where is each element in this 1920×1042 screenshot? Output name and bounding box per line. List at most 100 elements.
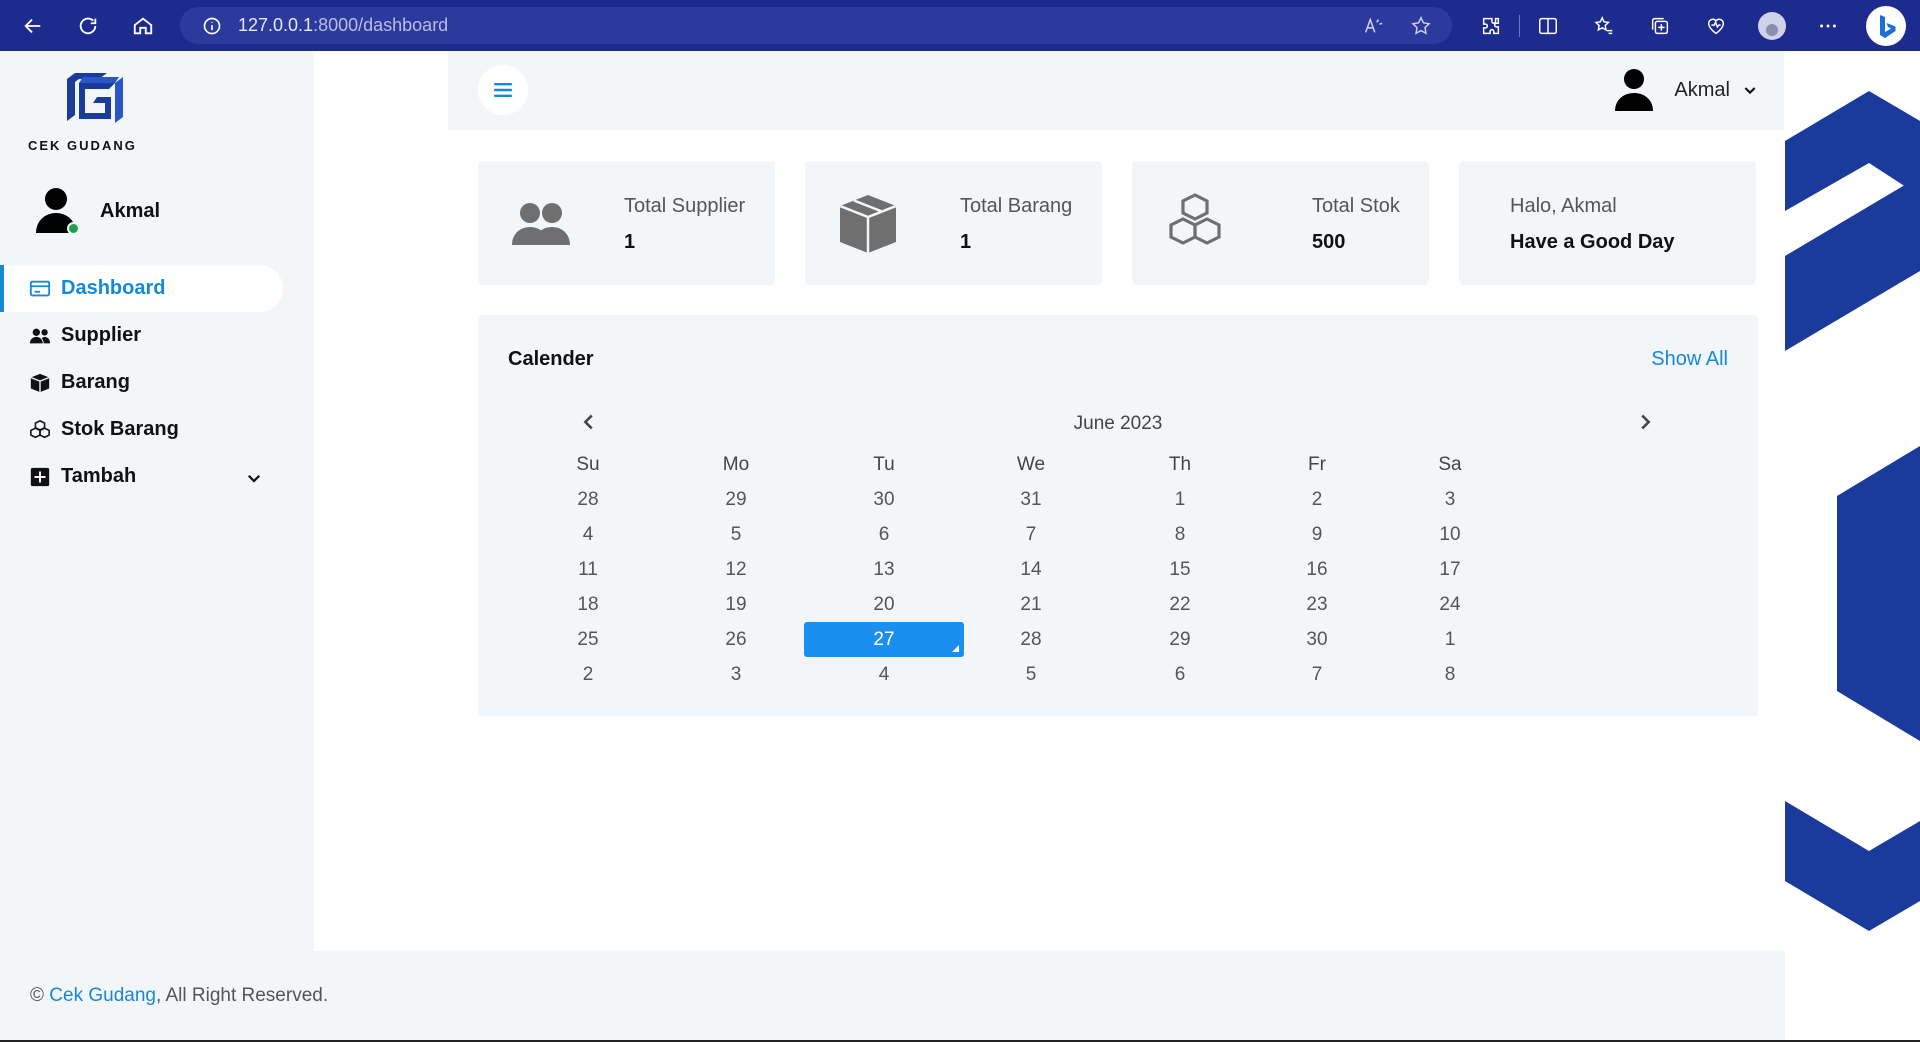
calendar-day[interactable]: 28 xyxy=(951,622,1111,657)
read-aloud-icon[interactable] xyxy=(1362,15,1384,37)
calendar-day[interactable]: 28 xyxy=(508,482,668,517)
calendar-day[interactable]: 5 xyxy=(656,517,816,552)
logo[interactable]: CEK GUDANG xyxy=(28,69,158,159)
favorites-icon[interactable] xyxy=(1576,6,1632,46)
calendar-day[interactable]: 2 xyxy=(508,657,668,692)
browser-toolbar: 127.0.0.1:8000/dashboard xyxy=(0,0,1920,51)
calendar-day[interactable]: 8 xyxy=(1370,657,1530,692)
calendar-day[interactable]: 21 xyxy=(951,587,1111,622)
box-icon xyxy=(28,371,52,395)
calendar-week-row: 28 29 30 31 1 2 3 xyxy=(478,482,1758,517)
hamburger-icon xyxy=(494,83,512,97)
calendar-day[interactable]: 4 xyxy=(508,517,668,552)
main-content: Akmal Total Supplier 1 Total Barang 1 To… xyxy=(314,51,1785,951)
browser-essentials-icon[interactable] xyxy=(1688,6,1744,46)
footer-brand-link[interactable]: Cek Gudang xyxy=(49,985,156,1006)
calendar-header: June 2023 xyxy=(478,407,1758,437)
calendar-week-row: 11 12 13 14 15 16 17 xyxy=(478,552,1758,587)
bing-copilot-icon[interactable] xyxy=(1866,5,1906,46)
calendar-day[interactable]: 24 xyxy=(1370,587,1530,622)
calendar-day[interactable]: 3 xyxy=(656,657,816,692)
sidebar-item-label: Stok Barang xyxy=(61,418,179,440)
calendar-day[interactable]: 1 xyxy=(1370,622,1530,657)
user-dropdown[interactable]: Akmal xyxy=(1614,68,1758,112)
split-screen-icon[interactable] xyxy=(1520,6,1576,46)
chevron-left-icon[interactable] xyxy=(578,411,600,433)
user-avatar-icon xyxy=(1615,69,1654,111)
logo-text: CEK GUDANG xyxy=(28,138,137,153)
calendar-week-row: 2345678 xyxy=(478,657,1758,692)
hexagon-pattern-icon xyxy=(1785,91,1920,931)
topbar: Akmal xyxy=(448,51,1784,130)
calendar-day[interactable]: 25 xyxy=(508,622,668,657)
card-label: Total Supplier xyxy=(624,195,746,217)
plus-square-icon xyxy=(28,465,52,489)
address-bar[interactable]: 127.0.0.1:8000/dashboard xyxy=(180,7,1452,44)
footer-text: , All Right Reserved. xyxy=(155,985,329,1006)
sidebar-item-label: Tambah xyxy=(61,465,137,487)
calendar-day[interactable]: 6 xyxy=(804,517,964,552)
calendar-day[interactable]: 22 xyxy=(1100,587,1260,622)
copyright-symbol: © xyxy=(30,985,44,1006)
calendar-day[interactable]: 30 xyxy=(804,482,964,517)
calendar-day[interactable]: 31 xyxy=(951,482,1111,517)
url-text: 127.0.0.1:8000/dashboard xyxy=(238,15,448,36)
calendar-day[interactable]: 15 xyxy=(1100,552,1260,587)
chevron-right-icon[interactable] xyxy=(1634,411,1656,433)
calendar-day[interactable]: 12 xyxy=(656,552,816,587)
sidebar-item-barang[interactable]: Barang xyxy=(0,359,283,406)
calendar-day[interactable]: 4 xyxy=(804,657,964,692)
calendar-day[interactable]: 5 xyxy=(951,657,1111,692)
profile-icon[interactable] xyxy=(1744,6,1800,46)
calendar-week-row: 18 19 20 21 22 23 24 xyxy=(478,587,1758,622)
calendar-day[interactable]: 11 xyxy=(508,552,668,587)
calendar-day[interactable]: 29 xyxy=(656,482,816,517)
calendar-day[interactable]: 29 xyxy=(1100,622,1260,657)
calendar-day[interactable]: 10 xyxy=(1370,517,1530,552)
calendar-month-label[interactable]: June 2023 xyxy=(478,413,1758,435)
back-icon[interactable] xyxy=(11,6,55,46)
sidebar-item-supplier[interactable]: Supplier xyxy=(0,312,283,359)
url-host: 127.0.0.1 xyxy=(238,15,314,35)
calendar-day[interactable]: 6 xyxy=(1100,657,1260,692)
sidebar-user: Akmal xyxy=(34,187,160,235)
users-icon xyxy=(508,191,574,257)
calendar-day[interactable]: 20 xyxy=(804,587,964,622)
card-total-supplier: Total Supplier 1 xyxy=(478,161,775,285)
calendar-grid: Su Mo Tu We Th Fr Sa 28 29 30 31 1 2 3 4 5 6 7 8 9 10 11 12 13 1… xyxy=(478,447,1758,692)
sidebar-item-stok-barang[interactable]: Stok Barang xyxy=(0,406,283,453)
collections-icon[interactable] xyxy=(1632,6,1688,46)
calendar-day[interactable]: 14 xyxy=(951,552,1111,587)
calendar-day[interactable]: 3 xyxy=(1370,482,1530,517)
sidebar-item-tambah[interactable]: Tambah xyxy=(0,453,283,500)
chevron-down-icon[interactable] xyxy=(245,469,263,487)
cek-gudang-logo-icon xyxy=(67,73,123,123)
calendar-title: Calender xyxy=(508,348,594,370)
sidebar-item-dashboard[interactable]: Dashboard xyxy=(0,265,283,312)
extensions-icon[interactable] xyxy=(1463,6,1519,46)
topbar-user-name: Akmal xyxy=(1674,78,1730,101)
show-all-link[interactable]: Show All xyxy=(1651,348,1728,371)
hamburger-menu-button[interactable] xyxy=(478,65,528,115)
card-value: 1 xyxy=(624,231,636,253)
calendar-day-today[interactable]: 27 xyxy=(804,622,964,657)
calendar-day[interactable]: 13 xyxy=(804,552,964,587)
calendar-weekday: Tu xyxy=(873,454,895,475)
calendar-weekday: Th xyxy=(1168,454,1192,475)
more-options-icon[interactable] xyxy=(1800,6,1856,46)
calendar-day[interactable]: 26 xyxy=(656,622,816,657)
calendar-day[interactable]: 19 xyxy=(656,587,816,622)
favorite-star-icon[interactable] xyxy=(1410,15,1432,37)
home-icon[interactable] xyxy=(121,6,165,46)
refresh-icon[interactable] xyxy=(66,6,110,46)
users-icon xyxy=(28,324,52,348)
cubes-icon xyxy=(28,418,52,442)
info-icon[interactable] xyxy=(202,16,222,36)
calendar-day[interactable]: 1 xyxy=(1100,482,1260,517)
calendar-day[interactable]: 18 xyxy=(508,587,668,622)
sidebar: CEK GUDANG Akmal Dashboard Supplier Bara… xyxy=(0,51,314,955)
calendar-day[interactable]: 8 xyxy=(1100,517,1260,552)
sidebar-item-label: Barang xyxy=(61,371,130,393)
calendar-day[interactable]: 7 xyxy=(951,517,1111,552)
calendar-day[interactable]: 17 xyxy=(1370,552,1530,587)
